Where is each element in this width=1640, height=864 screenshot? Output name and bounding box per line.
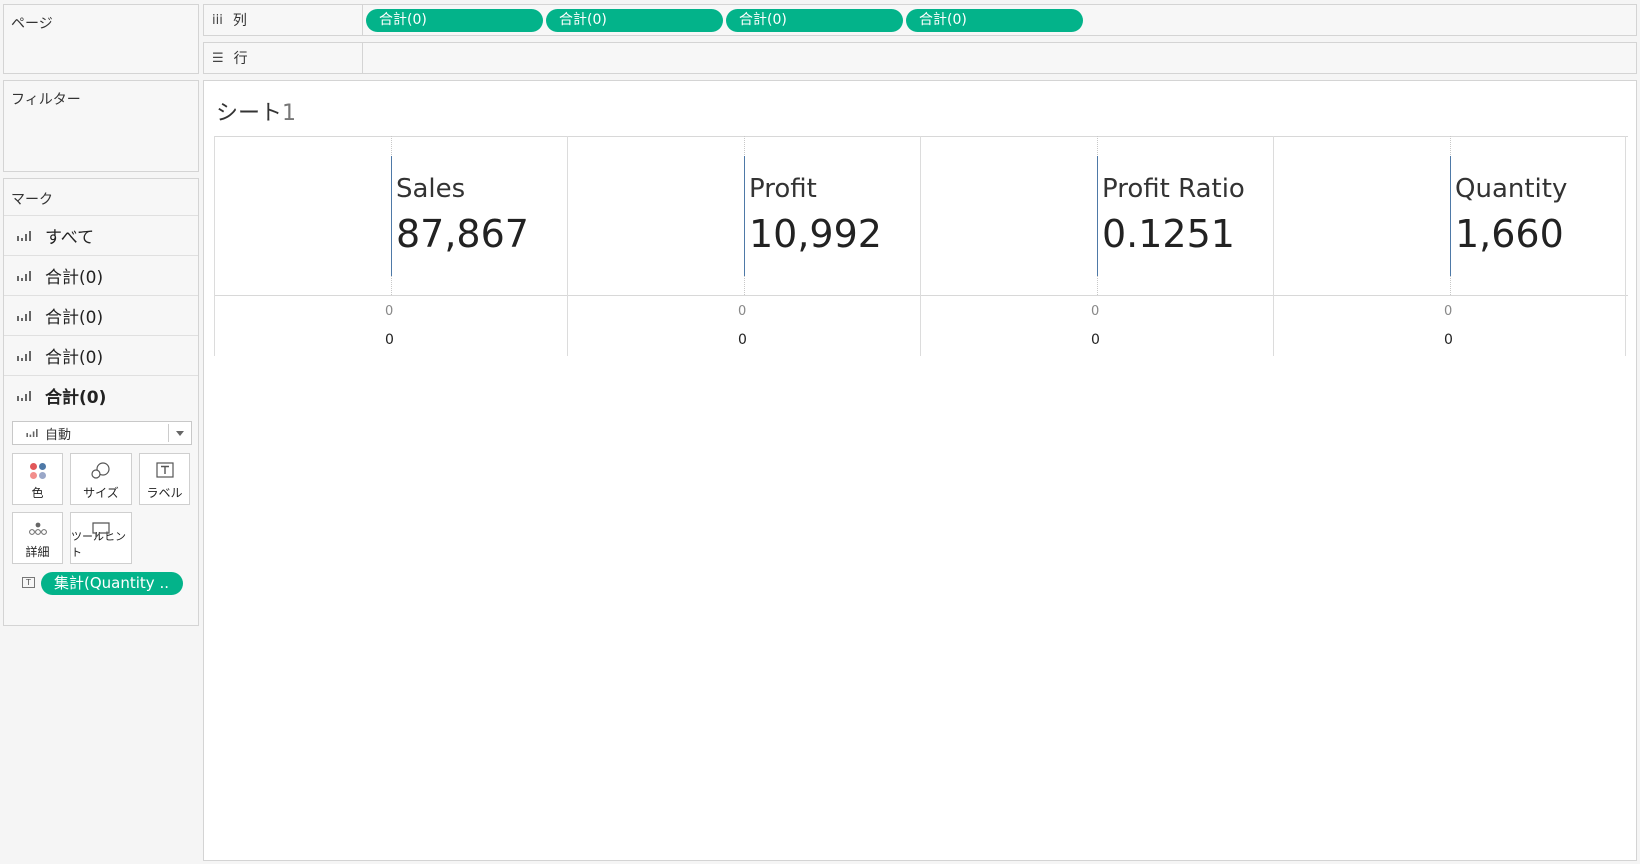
measure-pane[interactable]: Quantity 1,660 0 0 [1273,136,1626,356]
bar-chart-icon [17,310,31,321]
measure-pane[interactable]: Profit 10,992 0 0 [567,136,920,356]
measure-bar[interactable] [1450,156,1451,276]
rows-shelf[interactable]: ☰ 行 [203,42,1637,74]
chevron-down-icon [176,431,184,436]
axis-value-label: 0 [1444,332,1453,348]
marks-row-3[interactable]: 合計(0) [4,335,198,375]
axis-value-label: 0 [385,332,394,348]
detail-dots-icon [28,522,47,535]
measure-value: 1,660 [1455,212,1564,256]
color-button-label: 色 [31,486,44,500]
marks-row-label: 合計(0) [45,348,104,368]
worksheet-canvas[interactable]: シート1 Sales 87,867 0 0 Profit 10,992 0 0 Profit R… [203,80,1637,861]
axis-tick-label: 0 [738,304,747,319]
marks-row-label: すべて [45,228,95,248]
axis-value-label: 0 [738,332,747,348]
measure-label: Quantity [1455,174,1568,204]
color-dots-icon [29,462,47,480]
measure-pane[interactable]: Sales 87,867 0 0 [214,136,567,356]
marks-row-label: 合計(0) [45,388,107,408]
viz-area: Sales 87,867 0 0 Profit 10,992 0 0 Profit Ratio 0… [214,136,1628,356]
measure-label: Sales [396,174,466,204]
rows-label-text: 行 [233,51,248,67]
marks-row-1[interactable]: 合計(0) [4,255,198,295]
marks-row-4[interactable]: 合計(0) [4,375,198,415]
detail-button-label: 詳細 [25,545,50,559]
columns-shelf[interactable]: iii 列 合計(0) 合計(0) 合計(0) 合計(0) [203,4,1637,36]
size-circles-icon [91,462,110,479]
pages-title: ページ [11,16,53,32]
column-pill-4[interactable]: 合計(0) [906,9,1083,32]
measure-bar[interactable] [1097,156,1098,276]
axis-tick-label: 0 [385,304,394,319]
measure-value: 87,867 [396,212,529,256]
marks-row-label: 合計(0) [45,268,104,288]
axis-value-label: 0 [1091,332,1100,348]
measure-bar[interactable] [744,156,745,276]
text-label-icon: T [22,577,35,588]
column-pill-3[interactable]: 合計(0) [726,9,903,32]
axis-tick-label: 0 [1091,304,1100,319]
bar-chart-icon [17,270,31,281]
tooltip-icon [92,522,110,539]
text-label-icon [155,462,174,478]
marks-list: すべて 合計(0) 合計(0) 合計(0) 合計(0) [4,215,198,415]
marks-title: マーク [11,192,53,208]
marks-row-all[interactable]: すべて [4,215,198,255]
measure-bar[interactable] [391,156,392,276]
bar-chart-icon [26,429,38,437]
columns-label-text: 列 [232,13,247,29]
column-pill-2[interactable]: 合計(0) [546,9,723,32]
mark-type-dropdown[interactable]: 自動 [12,421,192,445]
tooltip-button[interactable]: ツールヒント [70,512,132,564]
label-field-pill[interactable]: 集計(Quantity .. [41,572,183,595]
measure-pane[interactable]: Profit Ratio 0.1251 0 0 [920,136,1273,356]
axis-tick-label: 0 [1444,304,1453,319]
sheet-title-number: 1 [282,101,297,126]
measure-label: Profit Ratio [1102,174,1245,204]
marks-row-2[interactable]: 合計(0) [4,295,198,335]
sheet-title-text: シート [216,101,283,126]
bar-chart-icon [17,230,31,241]
pages-card[interactable]: ページ [3,4,199,74]
columns-icon: iii [212,12,223,28]
rows-shelf-label: ☰ 行 [204,43,363,73]
size-button-label: サイズ [83,486,119,500]
rows-list-icon: ☰ [212,50,224,66]
measure-value: 10,992 [749,212,882,256]
columns-shelf-label: iii 列 [204,5,363,35]
mark-type-value: 自動 [45,427,72,443]
label-button-label: ラベル [146,486,183,500]
column-pill-1[interactable]: 合計(0) [366,9,543,32]
color-button[interactable]: 色 [12,453,63,505]
filters-card[interactable]: フィルター [3,80,199,172]
marks-row-label: 合計(0) [45,308,104,328]
size-button[interactable]: サイズ [70,453,132,505]
measure-label: Profit [749,174,817,204]
filters-title: フィルター [11,92,81,108]
marks-card: マーク すべて 合計(0) 合計(0) 合計(0) 合計(0) 自動 色 サイズ… [3,178,199,626]
detail-button[interactable]: 詳細 [12,512,63,564]
sheet-title: シート1 [216,95,296,127]
measure-value: 0.1251 [1102,212,1235,256]
bar-chart-icon [17,350,31,361]
label-button[interactable]: ラベル [139,453,190,505]
bar-chart-icon [17,390,31,401]
